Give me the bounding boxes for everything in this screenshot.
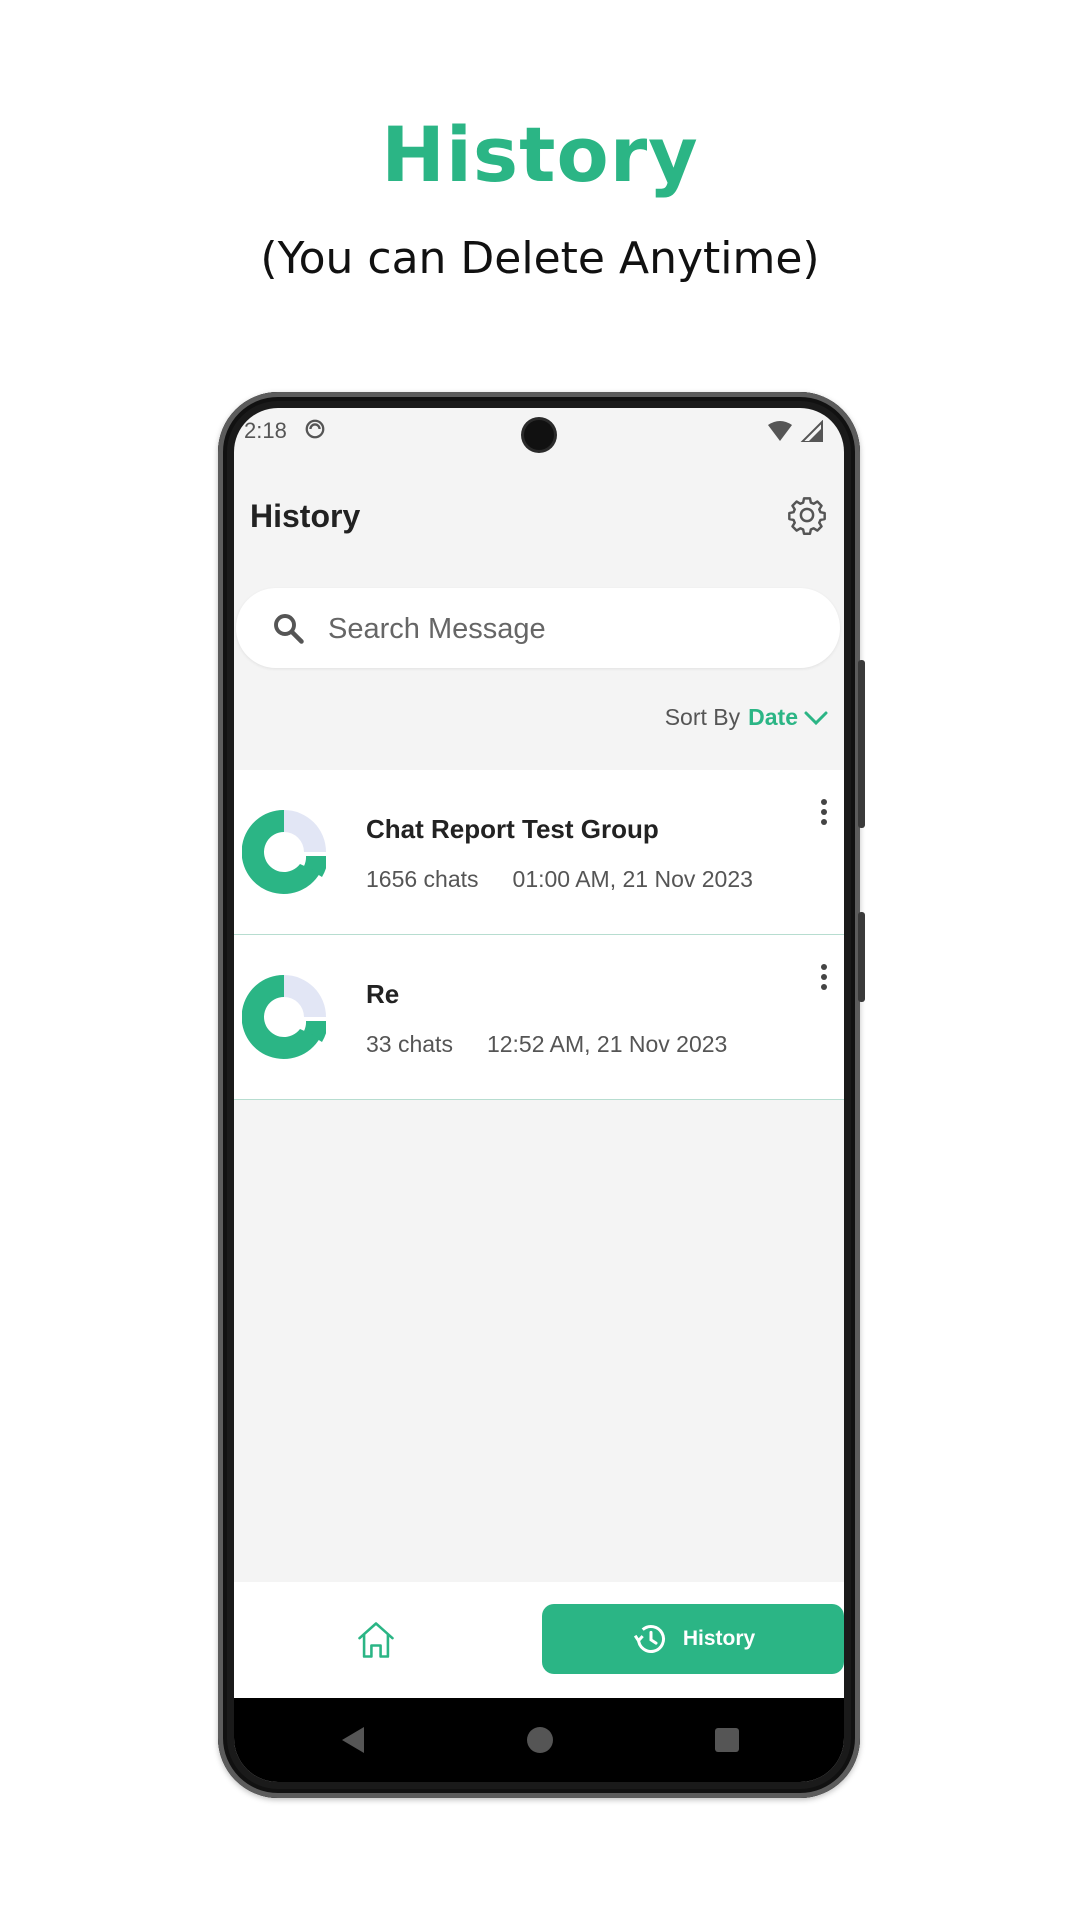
donut-chart-icon bbox=[242, 975, 326, 1059]
history-item-date: 01:00 AM, 21 Nov 2023 bbox=[512, 866, 753, 892]
search-icon bbox=[274, 614, 304, 644]
history-item[interactable]: Re 33 chats 12:52 AM, 21 Nov 2023 bbox=[234, 935, 844, 1100]
phone-screen: 2:18 History Sort By Date bbox=[234, 408, 844, 1782]
nav-history-label: History bbox=[682, 1627, 756, 1650]
home-circle-icon[interactable] bbox=[527, 1727, 553, 1753]
chat-count: 33 chats bbox=[366, 1031, 453, 1057]
donut-chart-icon bbox=[242, 810, 326, 894]
history-icon bbox=[633, 1625, 665, 1653]
promo-title: History bbox=[381, 110, 699, 199]
history-item[interactable]: Chat Report Test Group 1656 chats 01:00 A… bbox=[234, 770, 844, 935]
wifi-icon bbox=[768, 420, 823, 442]
gear-icon[interactable] bbox=[786, 494, 828, 536]
search-bar[interactable] bbox=[236, 588, 840, 668]
more-options-icon[interactable] bbox=[818, 961, 830, 997]
home-icon[interactable] bbox=[354, 1618, 398, 1662]
front-camera bbox=[524, 420, 554, 450]
sort-label: Sort By bbox=[664, 704, 741, 730]
status-time: 2:18 bbox=[244, 418, 287, 443]
history-item-date: 12:52 AM, 21 Nov 2023 bbox=[486, 1031, 728, 1057]
history-item-title: Re bbox=[366, 979, 400, 1009]
bottom-nav: History bbox=[234, 1582, 844, 1698]
dnd-icon bbox=[305, 419, 325, 439]
sort-value: Date bbox=[748, 704, 798, 730]
recents-icon[interactable] bbox=[715, 1728, 739, 1752]
chat-count: 1656 chats bbox=[366, 866, 479, 892]
search-input[interactable] bbox=[326, 606, 810, 652]
history-list: Chat Report Test Group 1656 chats 01:00 A… bbox=[234, 770, 844, 1100]
history-item-meta: 1656 chats 01:00 AM, 21 Nov 2023 bbox=[366, 866, 753, 893]
promo-subtitle: (You can Delete Anytime) bbox=[260, 233, 820, 284]
history-item-title: Chat Report Test Group bbox=[366, 814, 659, 844]
more-options-icon[interactable] bbox=[818, 796, 830, 832]
system-nav-bar bbox=[234, 1698, 844, 1782]
nav-history-button[interactable]: History bbox=[542, 1604, 844, 1674]
back-icon[interactable] bbox=[342, 1727, 364, 1753]
page-title: History bbox=[250, 498, 361, 534]
chevron-down-icon bbox=[804, 711, 828, 725]
sort-dropdown[interactable]: Sort By Date bbox=[665, 704, 830, 731]
phone-side-button bbox=[858, 912, 865, 1002]
phone-side-button bbox=[858, 660, 865, 828]
history-item-meta: 33 chats 12:52 AM, 21 Nov 2023 bbox=[366, 1031, 727, 1058]
